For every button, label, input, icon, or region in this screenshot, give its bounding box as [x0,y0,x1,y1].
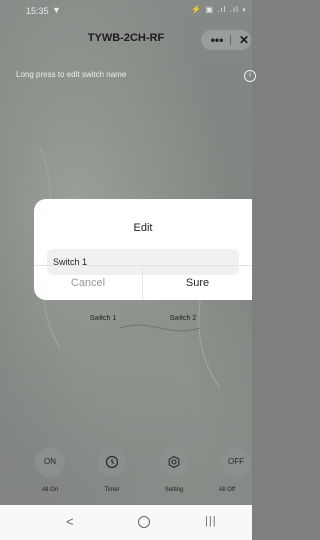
back-button[interactable]: < [66,514,74,529]
all-on-button[interactable]: ON [35,447,65,477]
hint-row: Long press to edit switch name i [0,70,256,84]
hint-text: Long press to edit switch name [16,70,127,79]
dialog-title: Edit [133,222,153,234]
wifi-icon: ▼ [52,5,61,15]
on-icon: ON [44,457,56,466]
recent-apps-button[interactable]: ||| [205,515,217,527]
close-button[interactable]: ✕ [236,30,252,50]
setting-button[interactable] [159,447,189,477]
off-icon: OFF [228,457,244,466]
all-on-label: All On [41,487,59,493]
edit-dialog: Edit Switch 1 Cancel Sure [34,199,252,300]
switch-2-label[interactable]: Switch 2 [153,315,213,322]
info-icon[interactable]: i [244,70,256,82]
more-button[interactable]: ••• [206,30,228,50]
all-off-label: All Off [218,487,236,493]
timer-label: Timer [104,487,120,493]
system-nav-bar: < ||| [0,505,252,540]
header: TYWB-2CH-RF ••• ✕ [0,22,252,54]
app-screen: 15:35 ▼ ⚡ ▣ .ıl .ıl ◐ TYWB-2CH-RF ••• ✕ … [0,0,256,540]
sure-button[interactable]: Sure [143,266,252,300]
home-button[interactable] [138,516,150,528]
status-bar: 15:35 ▼ ⚡ ▣ .ıl .ıl ◐ [0,0,252,22]
gear-icon [168,455,180,469]
timer-button[interactable] [97,447,127,477]
status-time: 15:35 [26,6,49,16]
capsule-divider [230,35,231,45]
all-off-button[interactable]: OFF [221,447,251,477]
switch-1-label[interactable]: Switch 1 [73,315,133,322]
setting-label: Setting [164,487,184,493]
cancel-button[interactable]: Cancel [34,266,142,300]
status-indicators: ⚡ ▣ .ıl .ıl ◐ [191,5,248,14]
clock-icon [105,455,119,469]
